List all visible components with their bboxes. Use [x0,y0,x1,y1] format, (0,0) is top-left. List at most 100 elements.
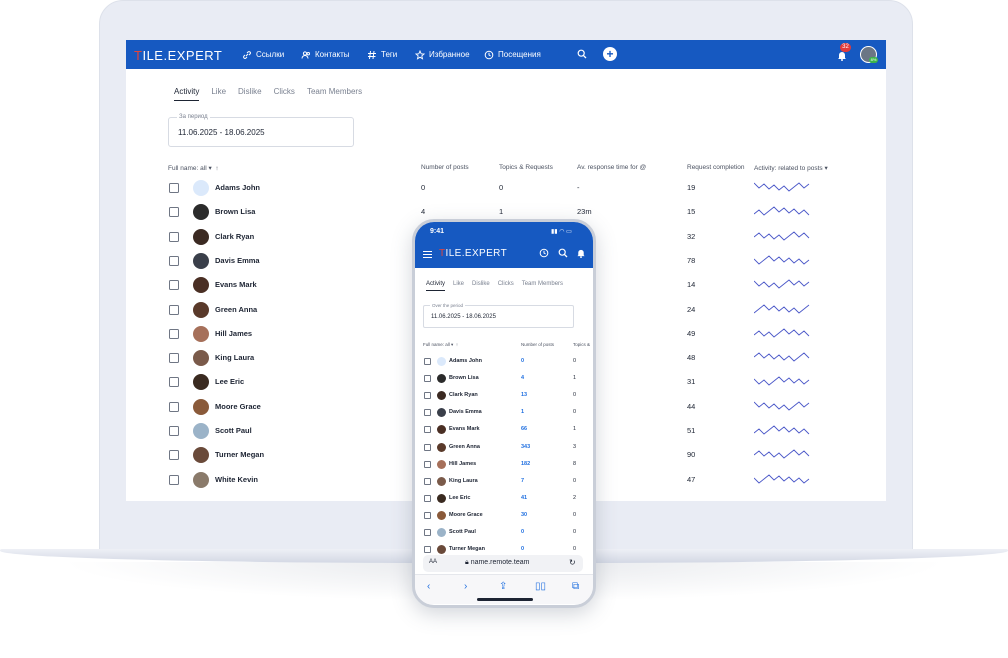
col-header-topics[interactable]: Topics & Requests [499,164,553,171]
row-checkbox[interactable] [424,443,431,451]
posts-count[interactable]: 182 [521,461,530,467]
user-name[interactable]: Evans Mark [449,426,480,432]
add-button[interactable]: + [603,47,617,61]
col-header-response[interactable]: Av. response time for @ [577,164,646,171]
user-name[interactable]: Adams John [215,183,260,192]
user-name[interactable]: Turner Megan [215,450,264,459]
app-logo[interactable]: TILE.EXPERT [134,48,222,63]
search-icon[interactable] [558,248,568,258]
nav-favorites[interactable]: Избранное [415,40,470,69]
reload-icon[interactable]: ↻ [569,558,576,567]
user-name[interactable]: White Kevin [215,475,258,484]
col-header-name[interactable]: Full name: all ▾ ↑ [168,164,219,172]
posts-count[interactable]: 0 [521,546,524,552]
tab-like[interactable]: Like [211,87,226,101]
user-name[interactable]: Brown Lisa [449,375,479,381]
row-checkbox[interactable] [169,426,179,436]
search-button[interactable] [575,47,589,61]
tabs-icon[interactable]: ⧉ [572,581,579,592]
posts-count[interactable]: 343 [521,444,530,450]
row-checkbox[interactable] [169,401,179,412]
tab-activity[interactable]: Activity [426,281,446,291]
row-checkbox[interactable] [169,304,179,315]
mobile-period-field[interactable]: Over the period 11.06.2025 - 18.06.2025 [423,303,574,328]
col-header-activity[interactable]: Activity: related to posts ▾ [754,164,828,172]
tab-clicks[interactable]: Clicks [274,87,295,101]
col-header-completion[interactable]: Request completion [687,164,744,171]
bookmarks-icon[interactable]: ▯▯ [535,581,546,592]
posts-count[interactable]: 13 [521,392,527,398]
row-checkbox[interactable] [424,460,431,468]
tab-team-members[interactable]: Team Members [307,87,362,101]
share-icon[interactable]: ⇪ [499,581,507,592]
tab-dislike[interactable]: Dislike [472,281,490,291]
row-checkbox[interactable] [424,375,431,383]
tab-like[interactable]: Like [453,281,464,291]
row-checkbox[interactable] [424,409,431,417]
row-checkbox[interactable] [424,511,431,519]
posts-count[interactable]: 1 [521,409,524,415]
tab-team-members[interactable]: Team Members [522,281,563,291]
forward-icon[interactable]: › [464,581,467,592]
posts-count[interactable]: 41 [521,495,527,501]
user-name[interactable]: Moore Grace [449,512,483,518]
row-checkbox[interactable] [424,358,431,365]
user-name[interactable]: Evans Mark [215,280,257,289]
row-checkbox[interactable] [169,474,179,485]
user-name[interactable]: Clark Ryan [449,392,478,398]
row-checkbox[interactable] [169,183,179,193]
row-checkbox[interactable] [169,377,179,388]
period-field[interactable]: За период 11.06.2025 - 18.06.2025 [168,114,354,147]
user-name[interactable]: Lee Eric [215,377,244,386]
user-name[interactable]: Hill James [215,329,252,338]
nav-visits[interactable]: Посещения [484,40,541,69]
user-name[interactable]: Moore Grace [215,402,261,411]
posts-count[interactable]: 7 [521,478,524,484]
user-name[interactable]: Hill James [449,461,476,467]
posts-count[interactable]: 0 [521,358,524,364]
mobile-logo[interactable]: TILE.EXPERT [439,248,507,259]
text-size-button[interactable]: AA [429,559,437,565]
row-checkbox[interactable] [169,207,179,218]
tab-activity[interactable]: Activity [174,87,200,101]
user-name[interactable]: Brown Lisa [215,207,255,216]
row-checkbox[interactable] [424,392,431,400]
tab-dislike[interactable]: Dislike [238,87,262,101]
row-checkbox[interactable] [424,494,431,502]
row-checkbox[interactable] [169,231,179,242]
user-name[interactable]: Davis Emma [215,256,260,265]
mobile-col-header-posts[interactable]: Number of posts [521,342,554,347]
nav-links[interactable]: Ссылки [242,40,284,69]
row-checkbox[interactable] [169,353,179,364]
bell-icon[interactable] [576,248,586,258]
sort-arrow-icon[interactable]: ↑ [456,342,458,347]
row-checkbox[interactable] [424,546,431,554]
user-name[interactable]: Green Anna [215,305,257,314]
history-icon[interactable] [539,248,549,258]
sort-arrow-icon[interactable]: ↑ [215,165,218,172]
posts-count[interactable]: 30 [521,512,527,518]
col-header-posts[interactable]: Number of posts [421,164,469,171]
row-checkbox[interactable] [169,328,179,339]
posts-count[interactable]: 66 [521,426,527,432]
mobile-col-header-topics[interactable]: Topics & [573,342,590,347]
row-checkbox[interactable] [169,280,179,291]
back-icon[interactable]: ‹ [427,581,430,592]
user-name[interactable]: Adams John [449,358,482,364]
row-checkbox[interactable] [169,450,179,461]
menu-icon[interactable] [423,251,432,258]
user-name[interactable]: Scott Paul [449,529,476,535]
row-checkbox[interactable] [424,477,431,485]
mobile-col-header-name[interactable]: Full name: all ▾ ↑ [423,342,458,348]
user-name[interactable]: King Laura [449,478,478,484]
tab-clicks[interactable]: Clicks [498,281,514,291]
row-checkbox[interactable] [169,255,179,266]
user-name[interactable]: Clark Ryan [215,232,254,241]
nav-contacts[interactable]: Контакты [301,40,350,69]
user-name[interactable]: Turner Megan [449,546,485,552]
nav-tags[interactable]: Теги [367,40,397,69]
row-checkbox[interactable] [424,529,431,536]
user-name[interactable]: Lee Eric [449,495,470,501]
posts-count[interactable]: 0 [521,529,524,535]
user-name[interactable]: King Laura [215,353,254,362]
